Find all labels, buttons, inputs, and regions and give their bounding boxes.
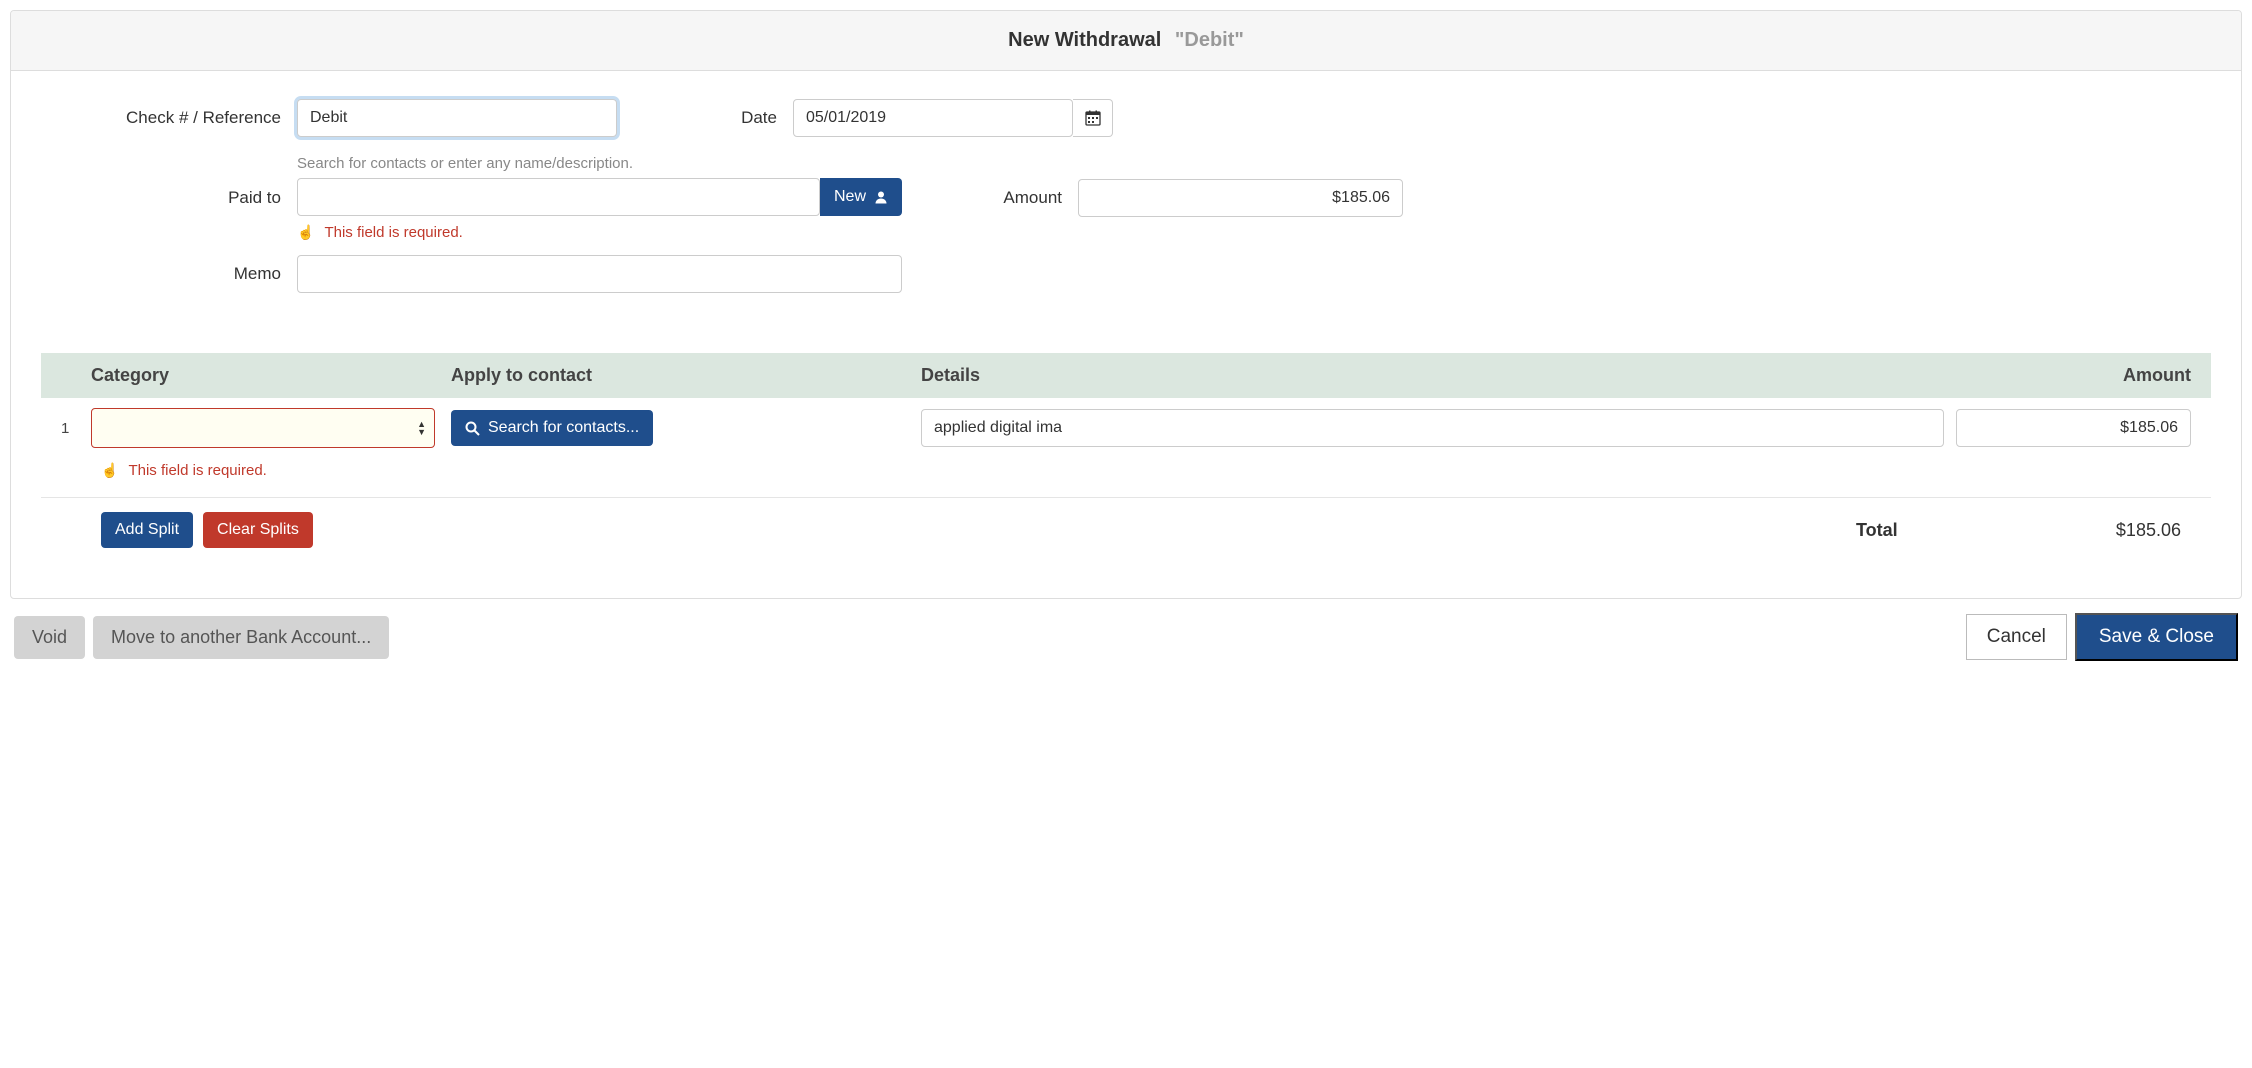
page-subtitle: "Debit" — [1175, 29, 1244, 51]
split-row: 1 ▲▼ Search for contacts... — [41, 398, 2211, 448]
col-amount: Amount — [1956, 365, 2191, 386]
paidto-input[interactable] — [297, 178, 820, 216]
splits-footer: Add Split Clear Splits Total $185.06 — [41, 497, 2211, 558]
memo-input[interactable] — [297, 255, 902, 293]
amount-label: Amount — [982, 188, 1062, 208]
paidto-error-text: This field is required. — [324, 224, 462, 241]
clear-splits-button[interactable]: Clear Splits — [203, 512, 313, 548]
new-contact-label: New — [834, 188, 866, 206]
date-picker-button[interactable] — [1073, 99, 1113, 137]
reference-input[interactable] — [297, 99, 617, 137]
date-input[interactable] — [793, 99, 1073, 137]
withdrawal-panel: New Withdrawal "Debit" Check # / Referen… — [10, 10, 2242, 599]
memo-label: Memo — [41, 264, 281, 284]
total-label: Total — [1856, 520, 1956, 541]
category-select[interactable]: ▲▼ — [91, 408, 435, 448]
category-error: ☝ This field is required. — [101, 462, 2191, 479]
row-index: 1 — [61, 420, 91, 437]
panel-header: New Withdrawal "Debit" — [11, 11, 2241, 71]
search-icon — [465, 421, 480, 436]
details-input[interactable] — [921, 409, 1944, 447]
page-title: New Withdrawal — [1008, 29, 1161, 51]
splits-section: Category Apply to contact Details Amount… — [41, 353, 2211, 558]
col-category: Category — [91, 365, 451, 386]
save-close-button[interactable]: Save & Close — [2075, 613, 2238, 661]
paidto-hint: Search for contacts or enter any name/de… — [297, 155, 902, 172]
panel-body: Check # / Reference Date Paid to — [11, 71, 2241, 598]
hand-icon: ☝ — [297, 224, 314, 241]
splits-header: Category Apply to contact Details Amount — [41, 353, 2211, 398]
col-details: Details — [921, 365, 1956, 386]
move-account-button[interactable]: Move to another Bank Account... — [93, 616, 389, 659]
search-contacts-label: Search for contacts... — [488, 419, 639, 437]
amount-input — [1078, 179, 1403, 217]
void-button[interactable]: Void — [14, 616, 85, 659]
paidto-error: ☝ This field is required. — [297, 224, 902, 241]
cancel-button[interactable]: Cancel — [1966, 614, 2067, 660]
total-value: $185.06 — [1956, 520, 2191, 541]
hand-icon: ☝ — [101, 462, 118, 479]
col-apply: Apply to contact — [451, 365, 921, 386]
calendar-icon — [1085, 110, 1101, 126]
paidto-label: Paid to — [41, 188, 281, 208]
stepper-icon: ▲▼ — [417, 420, 426, 436]
footer-bar: Void Move to another Bank Account... Can… — [10, 599, 2242, 665]
reference-label: Check # / Reference — [41, 108, 281, 128]
date-label: Date — [697, 108, 777, 128]
add-split-button[interactable]: Add Split — [101, 512, 193, 548]
person-icon — [874, 190, 888, 204]
search-contacts-button[interactable]: Search for contacts... — [451, 410, 653, 446]
row-amount-input[interactable] — [1956, 409, 2191, 447]
category-error-text: This field is required. — [128, 462, 266, 479]
new-contact-button[interactable]: New — [820, 178, 902, 216]
